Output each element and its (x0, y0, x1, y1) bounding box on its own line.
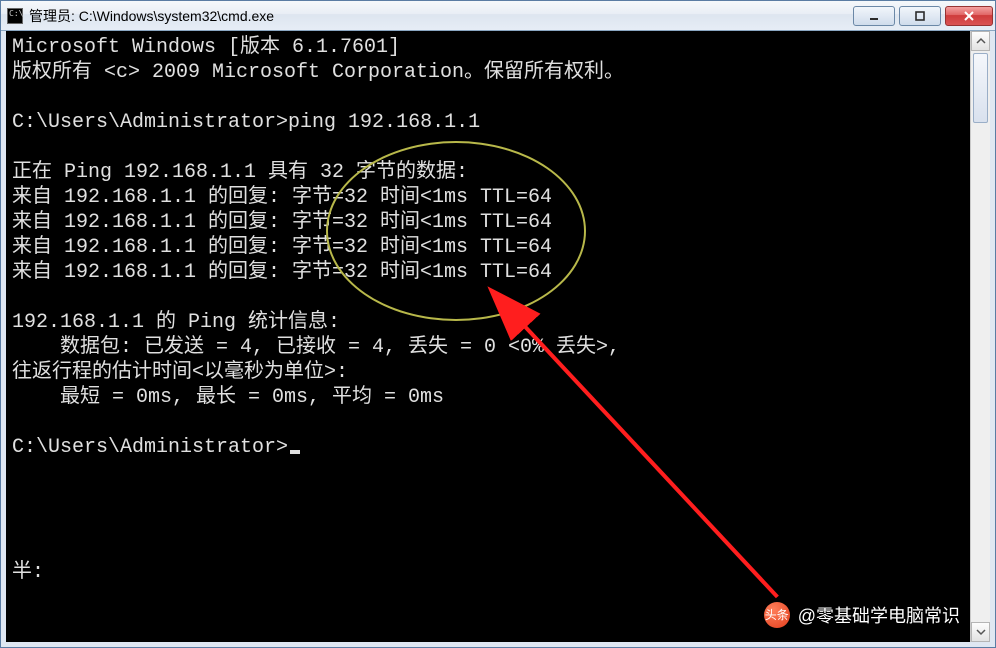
maximize-button[interactable] (899, 6, 941, 26)
scroll-track[interactable] (971, 51, 990, 622)
console-line: 正在 Ping 192.168.1.1 具有 32 字节的数据: (12, 161, 468, 184)
console-line: 数据包: 已发送 = 4, 已接收 = 4, 丢失 = 0 <0% 丢失>, (12, 336, 620, 359)
console-line: 最短 = 0ms, 最长 = 0ms, 平均 = 0ms (12, 386, 444, 409)
console-line: 来自 192.168.1.1 的回复: 字节=32 时间<1ms TTL=64 (12, 236, 552, 259)
close-button[interactable] (945, 6, 993, 26)
minimize-button[interactable] (853, 6, 895, 26)
chevron-up-icon (976, 36, 986, 46)
vertical-scrollbar[interactable] (970, 31, 990, 642)
console-line: 来自 192.168.1.1 的回复: 字节=32 时间<1ms TTL=64 (12, 261, 552, 284)
chevron-down-icon (976, 627, 986, 637)
minimize-icon (868, 10, 880, 22)
console-line: Microsoft Windows [版本 6.1.7601] (12, 36, 400, 59)
window-title: 管理员: C:\Windows\system32\cmd.exe (29, 6, 847, 26)
console-line: 192.168.1.1 的 Ping 统计信息: (12, 311, 340, 334)
app-icon (7, 8, 23, 24)
console-line: 版权所有 <c> 2009 Microsoft Corporation。保留所有… (12, 61, 624, 84)
scroll-up-button[interactable] (971, 31, 990, 51)
window-controls (853, 6, 993, 26)
text-cursor (290, 450, 300, 454)
console-line: 来自 192.168.1.1 的回复: 字节=32 时间<1ms TTL=64 (12, 186, 552, 209)
client-area: Microsoft Windows [版本 6.1.7601] 版权所有 <c>… (1, 31, 995, 647)
console-line: 半: (12, 561, 44, 584)
maximize-icon (914, 10, 926, 22)
scroll-thumb[interactable] (973, 53, 988, 123)
titlebar[interactable]: 管理员: C:\Windows\system32\cmd.exe (1, 1, 995, 31)
console-line: 往返行程的估计时间<以毫秒为单位>: (12, 361, 348, 384)
console-prompt: C:\Users\Administrator>ping 192.168.1.1 (12, 111, 480, 134)
watermark: 头条 @零基础学电脑常识 (764, 602, 960, 628)
close-icon (963, 10, 975, 22)
scroll-down-button[interactable] (971, 622, 990, 642)
console-line: 来自 192.168.1.1 的回复: 字节=32 时间<1ms TTL=64 (12, 211, 552, 234)
console-prompt: C:\Users\Administrator> (12, 436, 288, 459)
console-viewport[interactable]: Microsoft Windows [版本 6.1.7601] 版权所有 <c>… (6, 31, 970, 642)
cmd-window: 管理员: C:\Windows\system32\cmd.exe Microso… (0, 0, 996, 648)
watermark-text: @零基础学电脑常识 (798, 602, 960, 628)
watermark-badge: 头条 (764, 602, 790, 628)
console-output: Microsoft Windows [版本 6.1.7601] 版权所有 <c>… (6, 31, 970, 642)
